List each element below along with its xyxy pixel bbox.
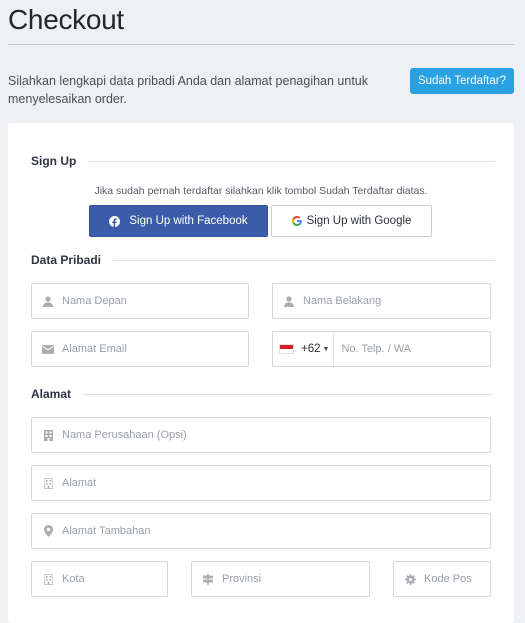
facebook-icon [109, 215, 121, 227]
city-field[interactable] [31, 561, 168, 597]
signpost-icon [202, 573, 214, 585]
facebook-signup-label: Sign Up with Facebook [129, 215, 248, 227]
signup-heading-label: Sign Up [31, 154, 77, 168]
company-input[interactable] [62, 418, 490, 452]
dial-code: +62 [301, 343, 321, 355]
user-icon [283, 295, 295, 307]
province-field[interactable] [191, 561, 370, 597]
checkout-card: Sign Up Jika sudah pernah terdaftar sila… [8, 123, 514, 623]
personal-heading-label: Data Pribadi [31, 253, 102, 267]
page-title: Checkout [8, 4, 124, 35]
address-heading-label: Alamat [31, 387, 72, 401]
gear-icon [404, 573, 416, 585]
already-registered-button[interactable]: Sudah Terdaftar? [410, 68, 514, 94]
phone-input[interactable] [334, 332, 490, 366]
postcode-field[interactable] [393, 561, 491, 597]
address-input[interactable] [62, 466, 490, 500]
building-icon [42, 477, 54, 489]
map-marker-icon [42, 525, 54, 537]
building-icon [42, 573, 54, 585]
first-name-field[interactable] [31, 283, 249, 319]
google-signup-button[interactable]: Sign Up with Google [271, 205, 432, 237]
first-name-input[interactable] [62, 284, 248, 318]
address-heading-rule [83, 393, 493, 395]
address2-input[interactable] [62, 514, 490, 548]
last-name-input[interactable] [303, 284, 490, 318]
city-input[interactable] [62, 562, 167, 596]
google-icon [291, 216, 302, 226]
personal-section-heading: Data Pribadi [31, 252, 496, 268]
personal-heading-rule [113, 259, 496, 261]
title-divider [8, 44, 514, 45]
user-icon [42, 295, 54, 307]
country-code-selector[interactable]: +62 ▼ [273, 332, 335, 366]
company-field[interactable] [31, 417, 491, 453]
postcode-input[interactable] [424, 562, 490, 596]
address2-field[interactable] [31, 513, 491, 549]
email-field[interactable] [31, 331, 249, 367]
envelope-icon [42, 343, 54, 355]
signup-section-heading: Sign Up [31, 153, 496, 169]
signup-hint: Jika sudah pernah terdaftar silahkan kli… [94, 185, 428, 197]
signup-heading-rule [88, 160, 496, 162]
last-name-field[interactable] [272, 283, 491, 319]
chevron-down-icon: ▼ [322, 345, 330, 353]
indonesia-flag-icon [279, 344, 294, 354]
email-input[interactable] [62, 332, 248, 366]
phone-field[interactable]: +62 ▼ [272, 331, 491, 367]
province-input[interactable] [222, 562, 369, 596]
address-section-heading: Alamat [31, 386, 493, 402]
intro-text: Silahkan lengkapi data pribadi Anda dan … [8, 74, 368, 106]
google-signup-label: Sign Up with Google [306, 215, 412, 227]
building-icon [42, 429, 54, 441]
facebook-signup-button[interactable]: Sign Up with Facebook [89, 205, 268, 237]
address-field[interactable] [31, 465, 491, 501]
